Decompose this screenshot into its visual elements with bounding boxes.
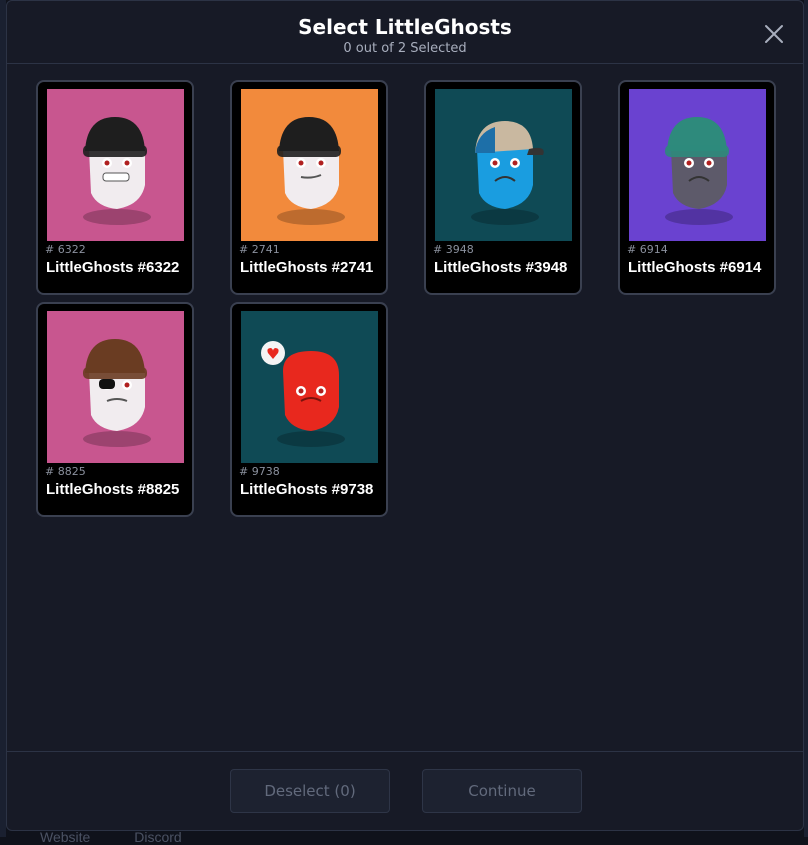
token-name: LittleGhosts #3948 xyxy=(434,259,568,276)
nft-card[interactable]: # 9738 LittleGhosts #9738 xyxy=(230,302,388,517)
nft-thumbnail xyxy=(47,89,184,241)
page-backdrop-right xyxy=(804,0,808,837)
select-nft-modal: Select LittleGhosts 0 out of 2 Selected … xyxy=(6,0,804,831)
discord-link[interactable]: Discord xyxy=(134,829,181,845)
continue-button[interactable]: Continue xyxy=(422,769,582,813)
nft-thumbnail xyxy=(435,89,572,241)
nft-thumbnail xyxy=(47,311,184,463)
token-id: # 9738 xyxy=(239,465,280,478)
background-footer: Website Discord xyxy=(40,829,222,845)
selection-count: 0 out of 2 Selected xyxy=(343,41,467,56)
close-icon xyxy=(765,25,783,43)
close-button[interactable] xyxy=(763,23,785,45)
token-name: LittleGhosts #2741 xyxy=(240,259,374,276)
nft-card[interactable]: # 6914 LittleGhosts #6914 xyxy=(618,80,776,295)
nft-thumbnail xyxy=(629,89,766,241)
token-name: LittleGhosts #9738 xyxy=(240,481,374,498)
website-link[interactable]: Website xyxy=(40,829,90,845)
token-id: # 6914 xyxy=(627,243,668,256)
token-name: LittleGhosts #6914 xyxy=(628,259,762,276)
token-id: # 2741 xyxy=(239,243,280,256)
token-name: LittleGhosts #6322 xyxy=(46,259,180,276)
token-id: # 8825 xyxy=(45,465,86,478)
nft-thumbnail xyxy=(241,89,378,241)
deselect-button[interactable]: Deselect (0) xyxy=(230,769,390,813)
modal-header: Select LittleGhosts 0 out of 2 Selected xyxy=(7,1,803,64)
token-id: # 3948 xyxy=(433,243,474,256)
nft-card[interactable]: # 3948 LittleGhosts #3948 xyxy=(424,80,582,295)
token-id: # 6322 xyxy=(45,243,86,256)
nft-thumbnail xyxy=(241,311,378,463)
nft-card[interactable]: # 8825 LittleGhosts #8825 xyxy=(36,302,194,517)
nft-card[interactable]: # 6322 LittleGhosts #6322 xyxy=(36,80,194,295)
modal-footer: Deselect (0) Continue xyxy=(7,751,803,830)
modal-title: Select LittleGhosts xyxy=(298,15,512,39)
token-name: LittleGhosts #8825 xyxy=(46,481,180,498)
nft-card[interactable]: # 2741 LittleGhosts #2741 xyxy=(230,80,388,295)
